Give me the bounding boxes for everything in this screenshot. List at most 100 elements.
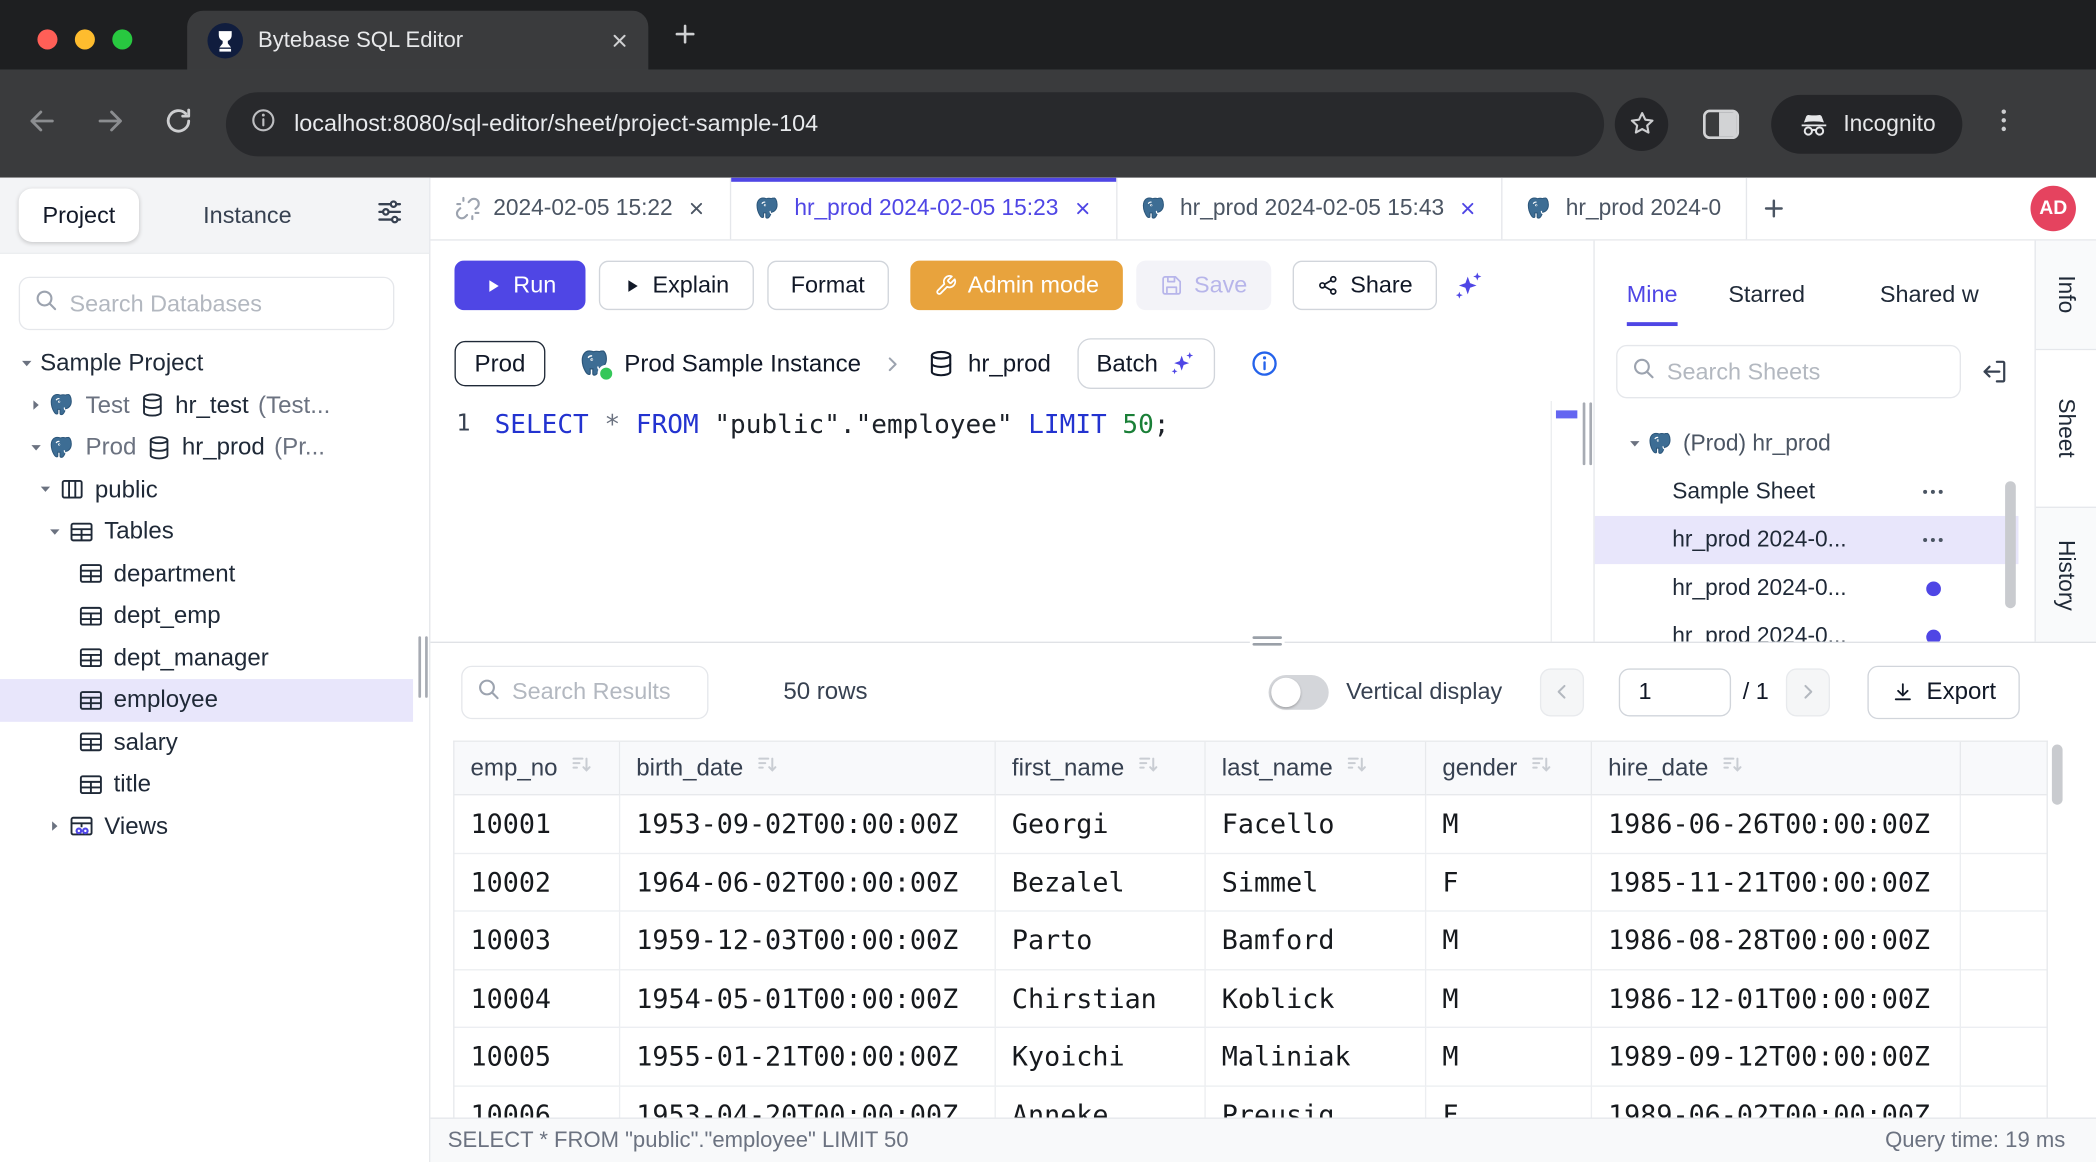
forward-button[interactable] (95, 105, 126, 142)
editor-tab-1523[interactable]: hr_prod 2024-02-05 15:23 (732, 178, 1118, 239)
sidebar-resize-handle[interactable] (418, 636, 427, 697)
editor-tab-1522[interactable]: 2024-02-05 15:22 (430, 178, 731, 239)
sort-button[interactable] (1529, 753, 1553, 784)
side-panel-button[interactable] (1703, 109, 1739, 138)
cell-hire_date[interactable]: 1986-12-01T00:00:00Z (1592, 970, 1961, 1028)
page-number-input[interactable] (1618, 668, 1730, 716)
window-close-button[interactable] (37, 29, 57, 49)
sheet-group-group-prod-hr-prod[interactable]: (Prod) hr_prod (1595, 420, 2019, 468)
cell-gender[interactable]: M (1426, 1028, 1592, 1086)
cell-emp_no[interactable]: 10004 (454, 970, 620, 1028)
column-header-first_name[interactable]: first_name (996, 742, 1206, 795)
cell-hire_date[interactable]: 1989-09-12T00:00:00Z (1592, 1028, 1961, 1086)
connection-info-button[interactable] (1250, 349, 1279, 378)
cell-hire_date[interactable]: 1985-11-21T00:00:00Z (1592, 854, 1961, 912)
cell-gender[interactable]: M (1426, 912, 1592, 970)
sort-button[interactable] (1136, 753, 1160, 784)
tree-item-views[interactable]: Views (0, 805, 413, 847)
close-tab-button[interactable] (1070, 199, 1091, 218)
cell-hire_date[interactable]: 1989-06-02T00:00:00Z (1592, 1086, 1961, 1117)
database-name[interactable]: hr_prod (968, 350, 1051, 378)
sheet-item-menu-button[interactable] (1920, 527, 1947, 554)
sort-button[interactable] (1345, 753, 1369, 784)
results-search-input[interactable] (512, 678, 694, 706)
sheet-item-sample-sheet[interactable]: Sample Sheet (1595, 468, 2019, 516)
save-button[interactable]: Save (1136, 261, 1271, 310)
cell-gender[interactable]: M (1426, 795, 1592, 853)
tab-history[interactable]: History (2036, 508, 2096, 642)
column-header-birth_date[interactable]: birth_date (620, 742, 996, 795)
prev-page-button[interactable] (1540, 668, 1584, 716)
cell-emp_no[interactable]: 10002 (454, 854, 620, 912)
editor-scrollbar-thumb[interactable] (1556, 410, 1577, 418)
cell-emp_no[interactable]: 10005 (454, 1028, 620, 1086)
window-zoom-button[interactable] (112, 29, 132, 49)
new-sheet-button[interactable] (1760, 178, 1787, 239)
cell-gender[interactable]: F (1426, 1086, 1592, 1117)
caret[interactable] (23, 397, 50, 413)
format-button[interactable]: Format (767, 261, 889, 310)
cell-emp_no[interactable]: 10003 (454, 912, 620, 970)
caret[interactable] (32, 482, 59, 498)
browser-tab-close-button[interactable] (610, 30, 630, 50)
tree-item-table-dept-manager[interactable]: dept_manager (0, 637, 413, 679)
sheet-item-sheet-3[interactable]: hr_prod 2024-0... (1595, 612, 2019, 641)
database-search-input[interactable] (70, 289, 380, 317)
editor-tab-cut[interactable]: hr_prod 2024-0 (1503, 178, 1747, 239)
sort-button[interactable] (570, 753, 594, 784)
caret[interactable] (23, 439, 50, 455)
cell-birth_date[interactable]: 1953-09-02T00:00:00Z (620, 795, 996, 853)
sheet-item-sheet-2[interactable]: hr_prod 2024-0... (1595, 564, 2019, 612)
editor-scrollbar[interactable] (1551, 401, 1580, 642)
back-button[interactable] (27, 105, 58, 142)
admin-mode-button[interactable]: Admin mode (910, 261, 1123, 310)
batch-button[interactable]: Batch (1078, 338, 1216, 389)
tab-project[interactable]: Project (19, 188, 139, 241)
sort-button[interactable] (1720, 753, 1744, 784)
results-resize-handle[interactable] (1250, 635, 1285, 647)
tab-sheet[interactable]: Sheet (2036, 350, 2096, 508)
tree-item-table-employee[interactable]: employee (0, 679, 413, 721)
explain-button[interactable]: Explain (599, 261, 753, 310)
cell-last_name[interactable]: Bamford (1206, 912, 1427, 970)
tree-item-sample-project[interactable]: Sample Project (0, 342, 413, 384)
cell-first_name[interactable]: Georgi (996, 795, 1206, 853)
cell-birth_date[interactable]: 1955-01-21T00:00:00Z (620, 1028, 996, 1086)
vertical-display-toggle[interactable] (1269, 674, 1329, 709)
column-header-last_name[interactable]: last_name (1206, 742, 1427, 795)
cell-birth_date[interactable]: 1964-06-02T00:00:00Z (620, 854, 996, 912)
sheets-scrollbar-thumb[interactable] (2005, 481, 2016, 608)
new-tab-button[interactable] (671, 20, 699, 55)
caret[interactable] (1621, 436, 1648, 452)
ai-assistant-button[interactable] (1450, 268, 1485, 303)
tree-item-table-title[interactable]: title (0, 763, 413, 805)
cell-first_name[interactable]: Anneke (996, 1086, 1206, 1117)
window-minimize-button[interactable] (75, 29, 95, 49)
column-header-gender[interactable]: gender (1426, 742, 1592, 795)
cell-emp_no[interactable]: 10006 (454, 1086, 620, 1117)
cell-birth_date[interactable]: 1954-05-01T00:00:00Z (620, 970, 996, 1028)
sql-editor[interactable]: 1 SELECT * FROM "public"."employee" LIMI… (430, 406, 1593, 442)
table-scrollbar-thumb[interactable] (2052, 745, 2063, 805)
caret[interactable] (41, 818, 68, 834)
cell-last_name[interactable]: Preusig (1206, 1086, 1427, 1117)
sheet-item-menu-button[interactable] (1920, 479, 1947, 506)
tree-item-table-salary[interactable]: salary (0, 721, 413, 763)
column-header-hire_date[interactable]: hire_date (1592, 742, 1961, 795)
editor-tab-1543[interactable]: hr_prod 2024-02-05 15:43 (1117, 178, 1503, 239)
sheets-search[interactable] (1616, 345, 1961, 398)
sidebar-settings-button[interactable] (374, 197, 405, 234)
close-tab-button[interactable] (685, 199, 706, 218)
cell-emp_no[interactable]: 10001 (454, 795, 620, 853)
sort-button[interactable] (755, 753, 779, 784)
tree-item-tables[interactable]: Tables (0, 511, 413, 553)
bookmark-button[interactable] (1615, 97, 1668, 150)
next-page-button[interactable] (1786, 668, 1830, 716)
cell-birth_date[interactable]: 1953-04-20T00:00:00Z (620, 1086, 996, 1117)
database-search[interactable] (19, 277, 395, 330)
tree-item-prod-hr-prod[interactable]: Prodhr_prod(Pr... (0, 426, 413, 468)
close-tab-button[interactable] (1456, 199, 1477, 218)
cell-birth_date[interactable]: 1959-12-03T00:00:00Z (620, 912, 996, 970)
environment-chip[interactable]: Prod (454, 341, 545, 386)
cell-first_name[interactable]: Kyoichi (996, 1028, 1206, 1086)
